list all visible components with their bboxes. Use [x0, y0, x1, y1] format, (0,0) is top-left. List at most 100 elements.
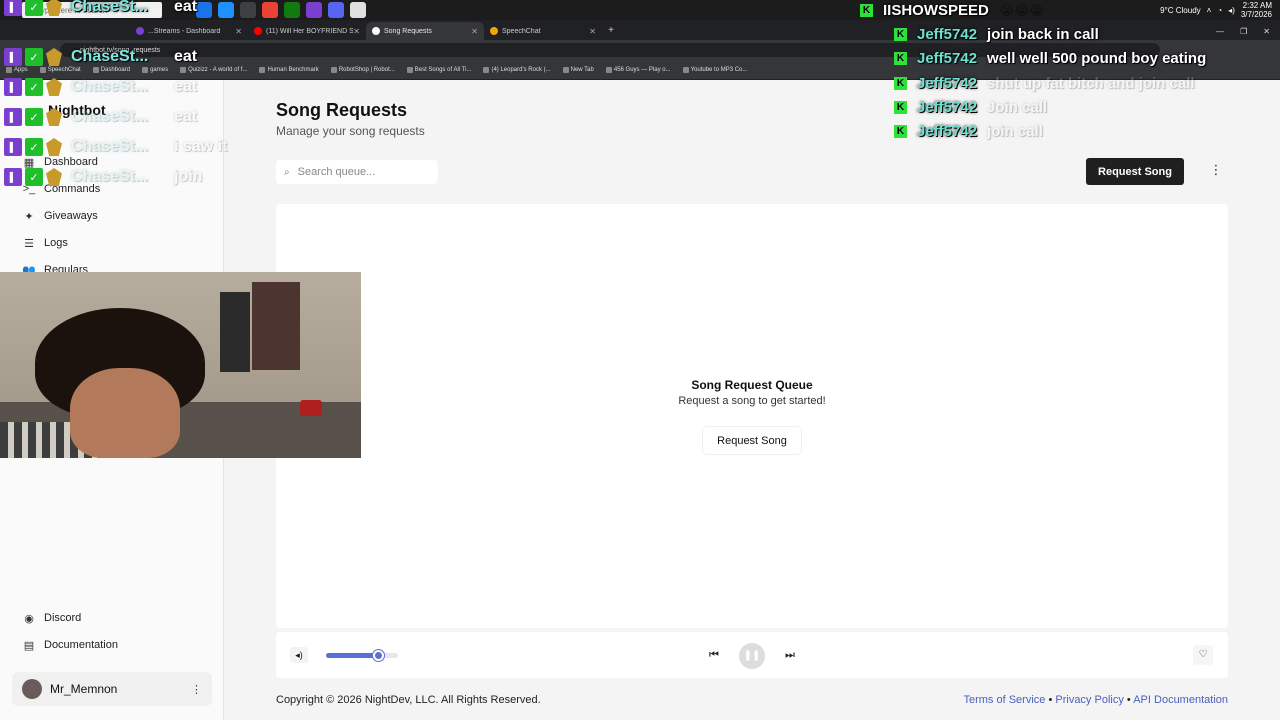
- chat-username: Jeff5742: [917, 49, 978, 67]
- queue-request-song-button[interactable]: Request Song: [703, 427, 801, 454]
- gift-badge-icon: [46, 0, 62, 16]
- gift-badge-icon: [46, 108, 62, 126]
- bookmark-favicon-icon: [562, 66, 569, 73]
- gift-badge-icon: [46, 168, 62, 186]
- terms-link[interactable]: Terms of Service: [963, 694, 1045, 706]
- chat-text: join back in call: [987, 25, 1099, 43]
- bookmark-item[interactable]: Best Songs of All Ti...: [406, 66, 472, 73]
- footer-links: Terms of Service • Privacy Policy • API …: [963, 694, 1228, 706]
- close-tab-icon[interactable]: ✕: [353, 27, 360, 36]
- browser-tab[interactable]: Song Requests ✕: [366, 22, 484, 40]
- bookmark-item[interactable]: Human Benchmark: [259, 66, 319, 73]
- webcam-overlay: [0, 272, 361, 458]
- close-tab-icon[interactable]: ✕: [589, 27, 596, 36]
- gift-badge-icon: [46, 138, 62, 156]
- heart-icon[interactable]: ♡: [1193, 645, 1213, 665]
- webcam-poster: [252, 282, 300, 370]
- kick-logo-icon: K: [894, 51, 907, 65]
- queue-search-input[interactable]: [297, 166, 418, 178]
- request-song-button[interactable]: Request Song: [1086, 158, 1184, 185]
- twitch-icon: ▌: [4, 138, 22, 156]
- kick-chat-message: K Jeff5742 well well 500 pound boy eating: [894, 48, 1206, 68]
- chat-username: ChaseSt...: [71, 138, 149, 155]
- chat-text: eat: [174, 48, 198, 65]
- taskbar-app-icon[interactable]: [350, 2, 366, 18]
- chat-message: ▌ ✓ ChaseSt... eat: [4, 106, 197, 128]
- next-track-icon[interactable]: ⏭: [782, 647, 798, 663]
- discord-icon: ◉: [24, 612, 34, 625]
- twitch-icon: ▌: [4, 108, 22, 126]
- song-queue-panel: Song Request Queue Request a song to get…: [276, 204, 1228, 628]
- chat-message: ▌ ✓ ChaseSt... join: [4, 166, 202, 188]
- page-subtitle: Manage your song requests: [276, 124, 425, 138]
- bookmark-item[interactable]: New Tab: [562, 66, 594, 73]
- browser-tab[interactable]: (11) Will Her BOYFRIEND SLEEP✕: [248, 22, 366, 40]
- book-icon: ▤: [23, 639, 35, 652]
- taskbar-app-icon[interactable]: [306, 2, 322, 18]
- api-docs-link[interactable]: API Documentation: [1133, 694, 1228, 706]
- volume-slider-fill: [326, 653, 378, 658]
- bookmark-label: 456 Guys — Play o...: [613, 66, 671, 73]
- bookmark-label: Youtube to MP3 Co...: [690, 66, 748, 73]
- subscriber-badge-icon: ✓: [25, 108, 43, 126]
- chat-message: ▌ ✓ ChaseSt... eat: [4, 76, 197, 98]
- tab-favicon-icon: [490, 27, 498, 35]
- page-title: Song Requests: [276, 100, 408, 120]
- user-name: Mr_Memnon: [50, 682, 118, 696]
- privacy-link[interactable]: Privacy Policy: [1055, 694, 1123, 706]
- more-vertical-icon[interactable]: ⋮: [1208, 162, 1224, 182]
- chat-username: ChaseSt...: [71, 48, 149, 65]
- bookmark-item[interactable]: (4) Leopard's Rock (...: [483, 66, 551, 73]
- pause-icon[interactable]: ❚❚: [739, 643, 765, 669]
- chat-username: Jeff5742: [917, 25, 978, 43]
- taskbar-app-icon[interactable]: [262, 2, 278, 18]
- webcam-poster: [220, 292, 250, 372]
- sidebar-item-giveaways[interactable]: ✦ Giveaways: [22, 209, 97, 223]
- kick-chat-message: K Jeff5742 join call: [894, 121, 1043, 141]
- bookmark-item[interactable]: Youtube to MP3 Co...: [682, 66, 748, 73]
- webcam-person-face: [70, 368, 180, 458]
- new-tab-button[interactable]: +: [602, 22, 620, 40]
- sidebar-item-documentation[interactable]: ▤ Documentation: [22, 638, 118, 652]
- chat-username: ChaseSt...: [71, 168, 149, 185]
- tab-title: (11) Will Her BOYFRIEND SLEEP: [266, 27, 354, 35]
- previous-track-icon[interactable]: ⏮: [706, 647, 722, 663]
- volume-slider-handle[interactable]: [372, 650, 384, 661]
- sidebar-item-logs[interactable]: ☰ Logs: [22, 236, 68, 250]
- queue-empty-title: Song Request Queue: [691, 378, 813, 392]
- more-vertical-icon[interactable]: ⋮: [191, 683, 202, 696]
- bookmark-item[interactable]: RobotShop | Robot...: [330, 66, 395, 73]
- bookmark-label: Best Songs of All Ti...: [414, 66, 472, 73]
- chat-username: Jeff5742: [917, 122, 978, 140]
- sidebar-item-label: Logs: [44, 237, 68, 249]
- twitch-icon: ▌: [4, 0, 22, 16]
- volume-slider[interactable]: [326, 650, 398, 661]
- user-menu[interactable]: Mr_Memnon ⋮: [12, 672, 212, 706]
- sidebar-item-discord[interactable]: ◉ Discord: [22, 611, 81, 625]
- queue-search[interactable]: ⌕: [276, 160, 438, 184]
- gift-badge-icon: [46, 48, 62, 66]
- tab-favicon-icon: [372, 27, 380, 35]
- chat-username: Jeff5742: [917, 98, 978, 116]
- tab-favicon-icon: [254, 27, 262, 35]
- chat-text: well well 500 pound boy eating: [987, 49, 1207, 67]
- queue-empty-subtitle: Request a song to get started!: [678, 395, 826, 407]
- bookmark-label: Human Benchmark: [267, 66, 319, 73]
- sidebar-item-label: Discord: [44, 612, 82, 624]
- taskbar-app-icon[interactable]: [328, 2, 344, 18]
- volume-icon[interactable]: ◂): [290, 647, 308, 663]
- close-tab-icon[interactable]: ✕: [471, 27, 478, 36]
- bookmark-favicon-icon: [330, 66, 337, 73]
- copyright-text: Copyright © 2026 NightDev, LLC. All Righ…: [276, 694, 541, 706]
- kick-channel-name: IISHOWSPEED: [883, 2, 989, 19]
- avatar: [22, 679, 42, 699]
- footer-separator: •: [1048, 694, 1053, 706]
- chat-message: ▌ ✓ ChaseSt... eat: [4, 46, 197, 68]
- chat-text: join call: [987, 122, 1043, 140]
- music-player: ◂) ⏮ ❚❚ ⏭ ♡: [276, 632, 1228, 678]
- browser-tab[interactable]: SpeechChat ✕: [484, 22, 602, 40]
- bookmark-item[interactable]: 456 Guys — Play o...: [605, 66, 671, 73]
- crying-emoji-icon: 😭😭😭: [998, 2, 1045, 18]
- bookmark-label: New Tab: [570, 66, 594, 73]
- taskbar-app-icon[interactable]: [284, 2, 300, 18]
